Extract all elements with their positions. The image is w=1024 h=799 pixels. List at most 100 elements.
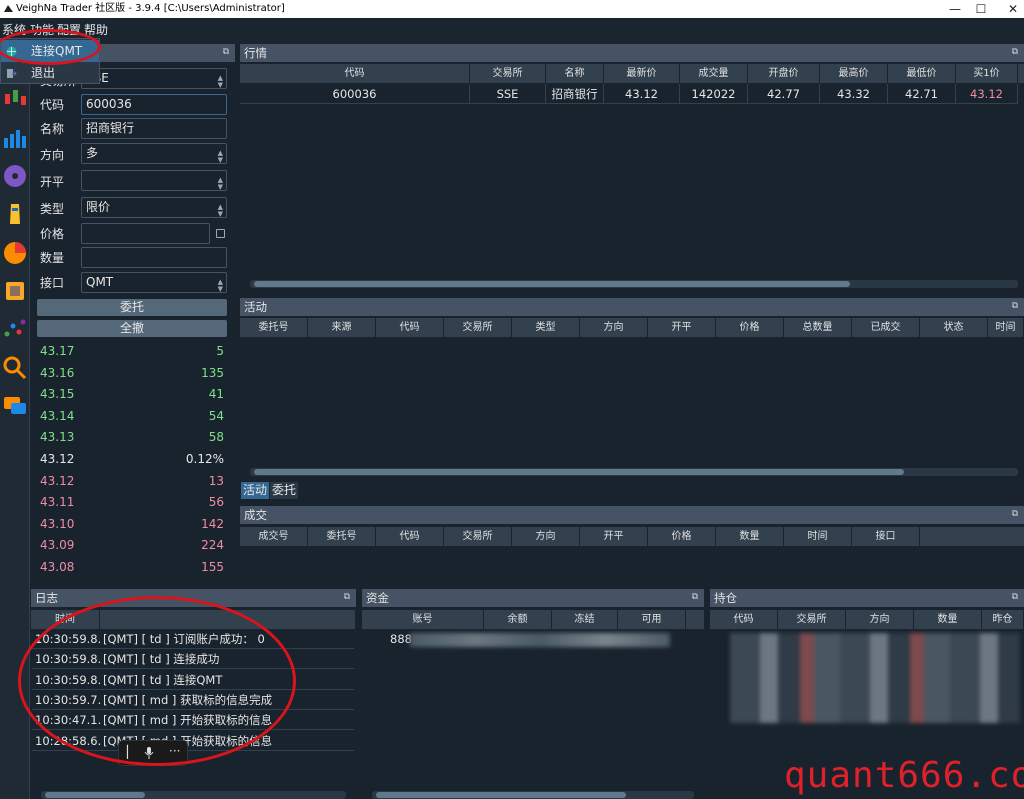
- search-icon[interactable]: [2, 355, 28, 381]
- ladder-row[interactable]: 43.16 135: [37, 363, 227, 383]
- col-header[interactable]: 成交号: [240, 527, 308, 546]
- ladder-row[interactable]: 43.08 155: [37, 557, 227, 577]
- ladder-price: 43.14: [40, 408, 75, 423]
- ladder-row[interactable]: 43.12 0.12%: [37, 449, 227, 469]
- col-header[interactable]: 代码: [376, 318, 444, 337]
- col-header[interactable]: 昨仓: [982, 610, 1024, 629]
- tab-active[interactable]: 活动: [241, 482, 269, 499]
- volume-input[interactable]: [81, 247, 227, 268]
- active-orders-title: 活动: [244, 300, 267, 314]
- col-header[interactable]: 时间: [784, 527, 852, 546]
- bar-chart-icon[interactable]: [2, 124, 28, 150]
- col-header[interactable]: 交易所: [470, 64, 546, 83]
- pie-chart-icon[interactable]: [2, 240, 28, 266]
- col-header[interactable]: 开平: [580, 527, 648, 546]
- name-label: 名称: [40, 122, 65, 136]
- offset-label: 开平: [40, 175, 65, 189]
- chevron-down-icon: ▲ ▼: [217, 278, 223, 293]
- col-header[interactable]: 交易所: [444, 318, 512, 337]
- col-header[interactable]: 代码: [376, 527, 444, 546]
- ladder-row[interactable]: 43.09 224: [37, 535, 227, 555]
- float-icon[interactable]: ⧉: [692, 592, 698, 602]
- col-header[interactable]: 委托号: [240, 318, 308, 337]
- send-order-button[interactable]: 委托: [37, 299, 227, 316]
- col-header[interactable]: 代码: [240, 64, 470, 83]
- col-header[interactable]: 冻结: [552, 610, 618, 629]
- col-header[interactable]: 可用: [618, 610, 686, 629]
- col-header[interactable]: 代码: [710, 610, 778, 629]
- col-header[interactable]: 委托号: [308, 527, 376, 546]
- order-type-select[interactable]: 限价 ▲ ▼: [81, 197, 227, 218]
- col-header[interactable]: 价格: [648, 527, 716, 546]
- offset-select[interactable]: ▲ ▼: [81, 170, 227, 191]
- col-header[interactable]: 方向: [846, 610, 914, 629]
- menu-item-exit[interactable]: 退出: [1, 62, 99, 84]
- ladder-price: 43.11: [40, 495, 75, 510]
- col-header[interactable]: 交易所: [444, 527, 512, 546]
- col-header[interactable]: 来源: [308, 318, 376, 337]
- col-header[interactable]: 总数量: [784, 318, 852, 337]
- col-header[interactable]: 开平: [648, 318, 716, 337]
- col-header[interactable]: 时间: [988, 318, 1024, 337]
- symbol-input[interactable]: 600036: [81, 94, 227, 115]
- chevron-down-icon: ▲ ▼: [217, 203, 223, 218]
- col-header[interactable]: 类型: [512, 318, 580, 337]
- col-header[interactable]: 方向: [580, 318, 648, 337]
- price-checkbox[interactable]: [216, 229, 225, 238]
- ladder-row[interactable]: 43.15 41: [37, 384, 227, 404]
- float-icon[interactable]: ⧉: [223, 47, 229, 57]
- col-header[interactable]: 账号: [362, 610, 484, 629]
- active-h-scrollbar[interactable]: [250, 468, 1018, 476]
- funds-h-scrollbar[interactable]: [372, 791, 694, 799]
- candlestick-chart-icon[interactable]: [2, 86, 28, 112]
- col-header[interactable]: 方向: [512, 527, 580, 546]
- ladder-row[interactable]: 43.10 142: [37, 514, 227, 534]
- name-field[interactable]: 招商银行: [81, 118, 227, 139]
- float-icon[interactable]: ⧉: [1012, 509, 1018, 519]
- col-header[interactable]: 数量: [914, 610, 982, 629]
- chip-icon[interactable]: [2, 278, 28, 304]
- col-header[interactable]: 最低价: [888, 64, 956, 83]
- ladder-volume: 0.12%: [185, 452, 224, 466]
- positions-header: 持仓 ⧉: [710, 589, 1024, 607]
- tower-icon[interactable]: [2, 201, 28, 227]
- col-header[interactable]: 余额: [484, 610, 552, 629]
- col-header[interactable]: 接口: [852, 527, 920, 546]
- float-icon[interactable]: ⧉: [1012, 47, 1018, 57]
- tab-orders[interactable]: 委托: [270, 482, 298, 499]
- ladder-row[interactable]: 43.14 54: [37, 406, 227, 426]
- col-header[interactable]: 交易所: [778, 610, 846, 629]
- direction-select[interactable]: 多 ▲ ▼: [81, 143, 227, 164]
- ladder-row[interactable]: 43.11 56: [37, 492, 227, 512]
- ladder-row[interactable]: 43.13 58: [37, 427, 227, 447]
- chat-icon[interactable]: [2, 393, 28, 419]
- float-icon[interactable]: ⧉: [1012, 592, 1018, 602]
- log-h-scrollbar[interactable]: [41, 791, 346, 799]
- col-header[interactable]: 买1价: [956, 64, 1018, 83]
- col-header[interactable]: 最高价: [820, 64, 888, 83]
- col-header[interactable]: 成交量: [680, 64, 748, 83]
- ladder-row[interactable]: 43.12 13: [37, 471, 227, 491]
- col-header[interactable]: 开盘价: [748, 64, 820, 83]
- scatter-dots-icon[interactable]: [2, 316, 28, 342]
- exchange-select[interactable]: SSE▲▼: [81, 68, 227, 89]
- col-header[interactable]: 数量: [716, 527, 784, 546]
- col-header[interactable]: 价格: [716, 318, 784, 337]
- close-button[interactable]: ✕: [990, 0, 1024, 18]
- float-icon[interactable]: ⧉: [344, 592, 350, 602]
- col-header[interactable]: 状态: [920, 318, 988, 337]
- cancel-all-button[interactable]: 全撤: [37, 320, 227, 337]
- price-input[interactable]: [81, 223, 210, 244]
- col-header[interactable]: 已成交: [852, 318, 920, 337]
- gateway-select[interactable]: QMT ▲ ▼: [81, 272, 227, 293]
- disc-icon[interactable]: [2, 163, 28, 189]
- ladder-price: 43.13: [40, 430, 75, 445]
- float-icon[interactable]: ⧉: [1012, 301, 1018, 311]
- chevron-down-icon: ▲ ▼: [217, 149, 223, 164]
- ladder-row[interactable]: 43.17 5: [37, 341, 227, 361]
- price-label: 价格: [40, 227, 65, 241]
- col-header[interactable]: 最新价: [604, 64, 680, 83]
- col-header[interactable]: 名称: [546, 64, 604, 83]
- market-h-scrollbar[interactable]: [250, 280, 1018, 288]
- volume-label: 数量: [40, 251, 65, 265]
